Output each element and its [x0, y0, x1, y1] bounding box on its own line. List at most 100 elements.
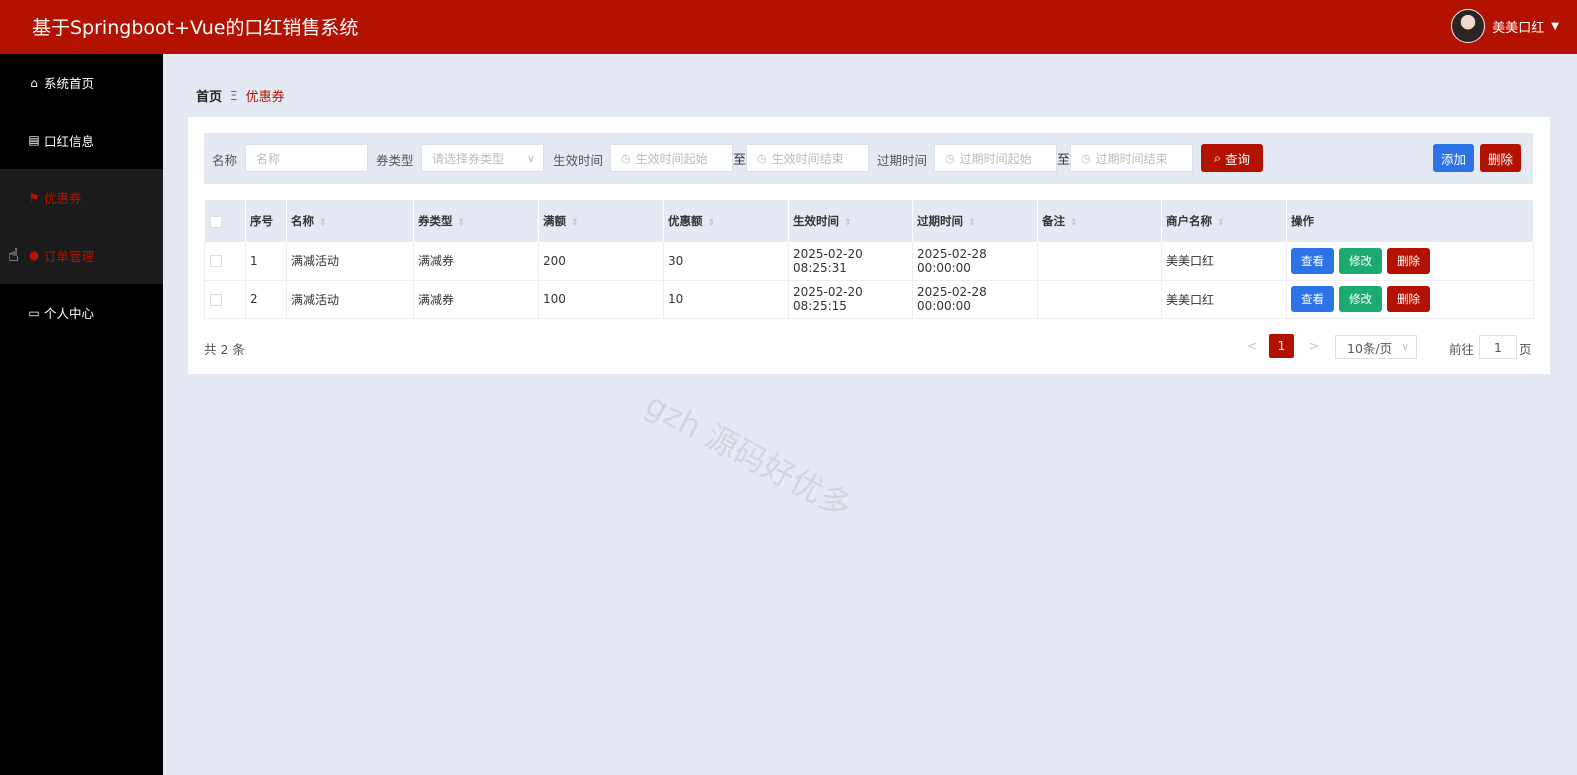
view-button[interactable]: 查看	[1291, 247, 1334, 274]
sidebar-item-lipstick[interactable]: ▤ 口红信息	[0, 112, 163, 170]
prev-page-button[interactable]: <	[1247, 339, 1257, 353]
cell-effective: 2025-02-20 08:25:15	[788, 280, 913, 319]
table-row: 2 满减活动 满减券 100 10 2025-02-20 08:25:15 20…	[204, 280, 1534, 319]
clock-icon: ◷	[757, 151, 767, 165]
delete-button[interactable]: 删除	[1387, 286, 1430, 312]
row-checkbox-cell[interactable]	[204, 280, 246, 319]
expire-label: 过期时间	[877, 153, 928, 168]
chevron-down-icon: ∨	[526, 151, 535, 165]
breadcrumb: 首页 Ξ 优惠券	[196, 86, 285, 106]
coupon-table: 序号 名称 ⇕ 券类型 ⇕ 满额 ⇕ 优惠额 ⇕ 生效时间 ⇕ 过期时间 ⇕ 备注 ⇕ 商户名…	[204, 200, 1534, 319]
cell-expire: 2025-02-28 00:00:00	[912, 242, 1038, 281]
top-bar: 基于Springboot+Vue的口红销售系统 美美口红 ▼	[0, 0, 1577, 54]
user-name[interactable]: 美美口红	[1492, 17, 1544, 36]
table-header-row: 序号 名称 ⇕ 券类型 ⇕ 满额 ⇕ 优惠额 ⇕ 生效时间 ⇕ 过期时间 ⇕ 备注 ⇕ 商户名…	[204, 200, 1534, 242]
delete-button[interactable]: 删除	[1387, 247, 1430, 274]
edit-button[interactable]: 修改	[1339, 247, 1382, 274]
add-button[interactable]: 添加	[1433, 144, 1474, 172]
select-all-checkbox[interactable]	[209, 215, 222, 228]
sidebar-item-label: 订单管理	[44, 248, 95, 264]
breadcrumb-home[interactable]: 首页	[196, 86, 222, 105]
expire-start-input[interactable]: ◷ 过期时间起始	[934, 144, 1057, 172]
view-button[interactable]: 查看	[1291, 286, 1334, 312]
sidebar-item-label: 口红信息	[44, 133, 95, 149]
col-effective-label: 生效时间	[793, 214, 839, 228]
expire-end-placeholder: 过期时间结束	[1095, 151, 1168, 166]
row-checkbox[interactable]	[210, 293, 222, 306]
watermark: gzh 源码好优多	[639, 385, 859, 526]
row-checkbox-cell[interactable]	[204, 242, 246, 281]
clipboard-icon: ▤	[28, 133, 40, 148]
col-note-label: 备注	[1042, 214, 1065, 228]
effective-label: 生效时间	[553, 153, 604, 168]
sort-icon[interactable]: ⇕	[319, 218, 327, 228]
effective-start-placeholder: 生效时间起始	[635, 151, 708, 166]
col-actions: 操作	[1286, 200, 1534, 242]
cell-threshold: 100	[538, 280, 664, 319]
row-checkbox[interactable]	[210, 255, 222, 268]
cell-threshold: 200	[538, 242, 664, 281]
avatar[interactable]	[1451, 9, 1486, 43]
col-expire[interactable]: 过期时间 ⇕	[912, 200, 1038, 242]
clock-icon: ◷	[945, 151, 955, 165]
cell-actions: 查看 修改 删除	[1286, 242, 1534, 281]
col-note[interactable]: 备注 ⇕	[1037, 200, 1162, 242]
cell-actions: 查看 修改 删除	[1286, 280, 1534, 319]
col-type-label: 券类型	[418, 214, 453, 228]
col-threshold[interactable]: 满额 ⇕	[538, 200, 664, 242]
col-merchant-label: 商户名称	[1166, 214, 1212, 228]
effective-end-input[interactable]: ◷ 生效时间结束	[746, 144, 869, 172]
col-merchant[interactable]: 商户名称 ⇕	[1161, 200, 1287, 242]
cell-discount: 30	[663, 242, 789, 281]
cell-note	[1037, 242, 1162, 281]
col-type[interactable]: 券类型 ⇕	[413, 200, 539, 242]
hand-cursor-icon: ☝	[8, 245, 19, 266]
cell-index: 2	[245, 280, 287, 319]
name-input-placeholder: 名称	[256, 151, 281, 166]
page-number-current[interactable]: 1	[1269, 334, 1294, 358]
sidebar-item-profile[interactable]: ▭ 个人中心	[0, 284, 163, 342]
expire-end-input[interactable]: ◷ 过期时间结束	[1070, 144, 1193, 172]
sort-icon[interactable]: ⇕	[458, 218, 466, 228]
effective-start-input[interactable]: ◷ 生效时间起始	[610, 144, 733, 172]
type-select[interactable]: 请选择券类型 ∨	[421, 144, 544, 172]
name-label: 名称	[212, 153, 238, 168]
clock-icon: ◷	[1081, 151, 1091, 165]
sort-icon[interactable]: ⇕	[968, 218, 976, 228]
card-icon: ▭	[28, 305, 40, 320]
col-name-label: 名称	[291, 214, 314, 228]
sidebar-item-orders[interactable]: ● 订单管理	[0, 226, 163, 284]
edit-button[interactable]: 修改	[1339, 286, 1382, 312]
range-separator: 至	[1057, 153, 1071, 168]
sort-icon[interactable]: ⇕	[844, 218, 852, 228]
cell-expire: 2025-02-28 00:00:00	[912, 280, 1038, 319]
page-label: 页	[1519, 342, 1532, 357]
sort-icon[interactable]: ⇕	[1070, 218, 1078, 228]
sort-icon[interactable]: ⇕	[708, 218, 716, 228]
select-all-checkbox-cell[interactable]	[204, 200, 246, 242]
col-name[interactable]: 名称 ⇕	[286, 200, 414, 242]
page-size-value: 10条/页	[1347, 340, 1393, 356]
col-discount[interactable]: 优惠额 ⇕	[663, 200, 789, 242]
cell-name: 满减活动	[286, 280, 414, 319]
cell-note	[1037, 280, 1162, 319]
next-page-button[interactable]: >	[1309, 339, 1319, 353]
page-size-select[interactable]: 10条/页 ∨	[1335, 335, 1417, 359]
query-button[interactable]: ⌕ 查询	[1201, 144, 1263, 172]
sidebar-item-label: 系统首页	[44, 76, 95, 92]
table-row: 1 满减活动 满减券 200 30 2025-02-20 08:25:31 20…	[204, 242, 1534, 281]
cell-merchant: 美美口红	[1161, 242, 1287, 281]
goto-page-input[interactable]: 1	[1479, 335, 1517, 359]
sidebar-item-coupon[interactable]: ⚑ 优惠券	[0, 169, 163, 227]
app-title: 基于Springboot+Vue的口红销售系统	[32, 17, 359, 39]
name-input[interactable]: 名称	[245, 144, 368, 172]
sidebar-item-home[interactable]: ⌂ 系统首页	[0, 54, 163, 112]
cell-name: 满减活动	[286, 242, 414, 281]
caret-down-icon[interactable]: ▼	[1551, 21, 1559, 32]
sort-icon[interactable]: ⇕	[571, 218, 579, 228]
sort-icon[interactable]: ⇕	[1217, 218, 1225, 228]
col-effective[interactable]: 生效时间 ⇕	[788, 200, 913, 242]
user-menu[interactable]: 美美口红 ▼	[1451, 8, 1559, 44]
batch-delete-button[interactable]: 删除	[1480, 144, 1521, 172]
query-button-label: 查询	[1225, 151, 1251, 167]
